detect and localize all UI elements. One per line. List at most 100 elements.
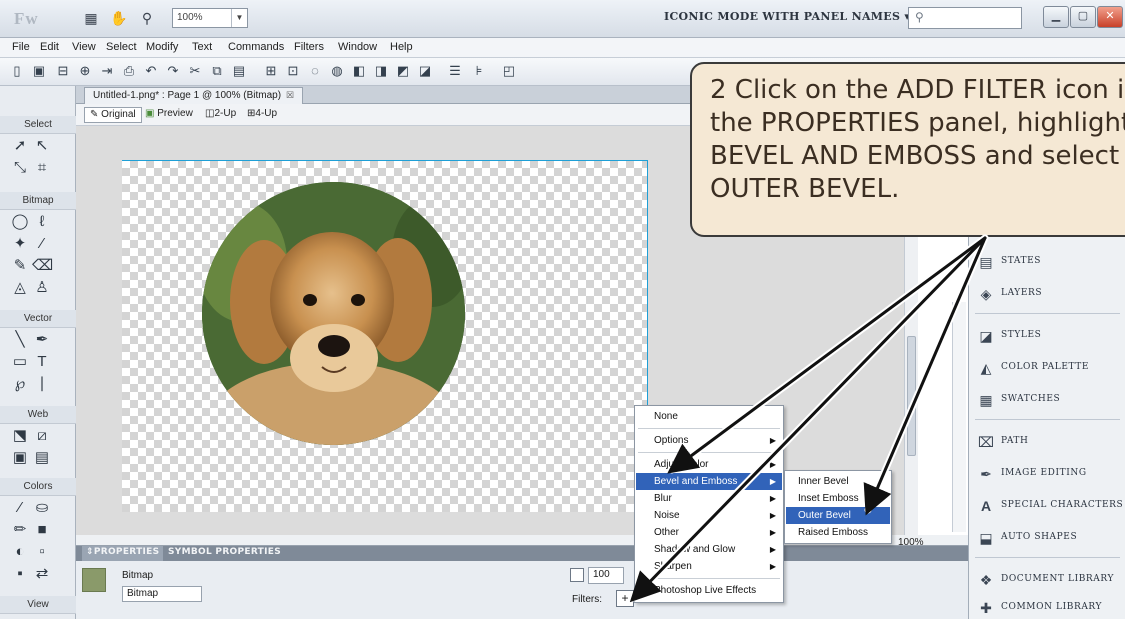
stroke-color-icon[interactable]: ✏ bbox=[10, 520, 30, 540]
menu-item-blur[interactable]: Blur ▶ bbox=[636, 490, 782, 507]
tab-2-up[interactable]: ◫2-Up bbox=[200, 107, 241, 123]
align-icon[interactable]: ☰ bbox=[446, 62, 464, 80]
copy-icon[interactable]: ⧉ bbox=[208, 62, 226, 80]
panel-special-characters[interactable]: A SPECIAL CHARACTERS bbox=[969, 490, 1125, 522]
fill-color-icon[interactable]: ■ bbox=[32, 520, 52, 540]
menu-modify[interactable]: Modify bbox=[146, 41, 178, 53]
puppy-image[interactable] bbox=[202, 182, 465, 445]
freeform-icon[interactable]: ℘ bbox=[10, 374, 30, 394]
no-stroke-icon[interactable]: ▪ bbox=[10, 564, 30, 584]
panel-swatches[interactable]: ▦ SWATCHES bbox=[969, 384, 1125, 416]
scale-icon[interactable]: ⤡ bbox=[10, 158, 30, 178]
eyedropper-icon[interactable]: ⁄ bbox=[10, 498, 30, 518]
menu-item-none[interactable]: None bbox=[636, 408, 782, 425]
menu-item-inset-emboss[interactable]: Inset Emboss bbox=[786, 490, 890, 507]
send-backward-icon[interactable]: ◨ bbox=[372, 62, 390, 80]
crop-icon[interactable]: ⌗ bbox=[32, 158, 52, 178]
zoom-icon[interactable]: ⚲ bbox=[138, 9, 156, 27]
search-input[interactable]: ⚲ bbox=[908, 7, 1022, 29]
menu-edit[interactable]: Edit bbox=[40, 41, 59, 53]
close-tab-icon[interactable]: ☒ bbox=[286, 90, 294, 100]
ungroup-icon[interactable]: ⊡ bbox=[284, 62, 302, 80]
panel-layers[interactable]: ◈ LAYERS bbox=[969, 278, 1125, 310]
panel-styles[interactable]: ◪ STYLES bbox=[969, 320, 1125, 352]
menu-item-noise[interactable]: Noise ▶ bbox=[636, 507, 782, 524]
menu-text[interactable]: Text bbox=[192, 41, 212, 53]
undo-icon[interactable]: ↶ bbox=[142, 62, 160, 80]
layout-icon[interactable]: ▦ bbox=[82, 9, 100, 27]
minimize-button[interactable]: ▁ bbox=[1043, 6, 1069, 28]
menu-file[interactable]: File bbox=[12, 41, 30, 53]
lasso-icon[interactable]: ℓ bbox=[32, 212, 52, 232]
menu-help[interactable]: Help bbox=[390, 41, 413, 53]
menu-item-options[interactable]: Options ▶ bbox=[636, 432, 782, 449]
menu-item-bevel-and-emboss[interactable]: Bevel and Emboss ▶ bbox=[636, 473, 782, 490]
rectangle-icon[interactable]: ▭ bbox=[10, 352, 30, 372]
menu-window[interactable]: Window bbox=[338, 41, 377, 53]
magic-wand-icon[interactable]: ✦ bbox=[10, 234, 30, 254]
menu-item-photoshop-live-effects[interactable]: Photoshop Live Effects bbox=[636, 582, 782, 599]
panel-states[interactable]: ▤ STATES bbox=[969, 246, 1125, 278]
object-name-field[interactable]: Bitmap bbox=[122, 586, 202, 602]
open-icon[interactable]: ⊟ bbox=[54, 62, 72, 80]
menu-item-outer-bevel[interactable]: Outer Bevel bbox=[786, 507, 890, 524]
brush-icon[interactable]: ⁄ bbox=[32, 234, 52, 254]
print-icon[interactable]: ⎙ bbox=[120, 62, 138, 80]
eraser-icon[interactable]: ⌫ bbox=[32, 256, 53, 276]
rubber-stamp-icon[interactable]: ♙ bbox=[32, 278, 52, 298]
panel-path[interactable]: ⌧ PATH bbox=[969, 426, 1125, 458]
panel-auto-shapes[interactable]: ⬓ AUTO SHAPES bbox=[969, 522, 1125, 554]
subselect-icon[interactable]: ↖ bbox=[32, 136, 52, 156]
hide-slices-icon[interactable]: ▣ bbox=[10, 448, 30, 468]
hand-icon[interactable]: ✋ bbox=[110, 9, 128, 27]
export-icon[interactable]: ⇥ bbox=[98, 62, 116, 80]
join-icon[interactable]: ◌ bbox=[306, 62, 324, 80]
menu-view[interactable]: View bbox=[72, 41, 96, 53]
rotate-icon[interactable]: ◰ bbox=[500, 62, 518, 80]
tab-preview[interactable]: ▣ Preview bbox=[140, 107, 198, 123]
tab-4-up[interactable]: ⊞4-Up bbox=[242, 107, 282, 123]
blur-icon[interactable]: ◬ bbox=[10, 278, 30, 298]
pointer-icon[interactable]: ➚ bbox=[10, 136, 30, 156]
scrollbar-thumb[interactable] bbox=[907, 336, 916, 456]
group-icon[interactable]: ⊞ bbox=[262, 62, 280, 80]
marquee-icon[interactable]: ◯ bbox=[10, 212, 30, 232]
paste-icon[interactable]: ▤ bbox=[230, 62, 248, 80]
menu-item-other[interactable]: Other ▶ bbox=[636, 524, 782, 541]
text-tool-icon[interactable]: T bbox=[32, 352, 52, 372]
line-icon[interactable]: ╲ bbox=[10, 330, 30, 350]
tab-properties[interactable]: ⇕PROPERTIES bbox=[82, 546, 164, 561]
pen-icon[interactable]: ✒ bbox=[32, 330, 52, 350]
menu-item-sharpen[interactable]: Sharpen ▶ bbox=[636, 558, 782, 575]
maximize-button[interactable]: ▢ bbox=[1070, 6, 1096, 28]
pencil-icon[interactable]: ✎ bbox=[10, 256, 30, 276]
panel-common-library[interactable]: ✚ COMMON LIBRARY bbox=[969, 592, 1125, 619]
tab-symbol-properties[interactable]: SYMBOL PROPERTIES bbox=[168, 547, 281, 557]
align-dropdown-icon[interactable]: ⊧ bbox=[470, 62, 488, 80]
paint-bucket-icon[interactable]: ⛀ bbox=[32, 498, 52, 518]
menu-item-shadow-and-glow[interactable]: Shadow and Glow ▶ bbox=[636, 541, 782, 558]
tab-original[interactable]: ✎ Original bbox=[84, 107, 142, 123]
redo-icon[interactable]: ↷ bbox=[164, 62, 182, 80]
import-icon[interactable]: ⊕ bbox=[76, 62, 94, 80]
save-icon[interactable]: ▣ bbox=[30, 62, 48, 80]
menu-filters[interactable]: Filters bbox=[294, 41, 324, 53]
bring-front-icon[interactable]: ◩ bbox=[394, 62, 412, 80]
document-tab[interactable]: Untitled-1.png* : Page 1 @ 100% (Bitmap)… bbox=[84, 87, 304, 104]
menu-item-raised-emboss[interactable]: Raised Emboss bbox=[786, 524, 890, 541]
show-slices-icon[interactable]: ▤ bbox=[32, 448, 52, 468]
menu-item-adjust-color[interactable]: Adjust Color ▶ bbox=[636, 456, 782, 473]
opacity-field[interactable]: 100 bbox=[588, 567, 624, 584]
default-colors-icon[interactable]: ◐ bbox=[10, 542, 30, 562]
swap-icon[interactable]: ⇄ bbox=[32, 564, 52, 584]
panel-scrollbar[interactable] bbox=[952, 302, 966, 532]
add-filter-button[interactable]: + bbox=[616, 590, 634, 607]
bring-forward-icon[interactable]: ◧ bbox=[350, 62, 368, 80]
send-back-icon[interactable]: ◪ bbox=[416, 62, 434, 80]
knife-icon[interactable]: ∣ bbox=[32, 374, 52, 394]
hotspot-icon[interactable]: ⬔ bbox=[10, 426, 30, 446]
panel-image-editing[interactable]: ✒ IMAGE EDITING bbox=[969, 458, 1125, 490]
horizontal-guide[interactable] bbox=[122, 160, 648, 161]
swap-colors-icon[interactable]: ▫ bbox=[32, 542, 52, 562]
new-icon[interactable]: ▯ bbox=[8, 62, 26, 80]
